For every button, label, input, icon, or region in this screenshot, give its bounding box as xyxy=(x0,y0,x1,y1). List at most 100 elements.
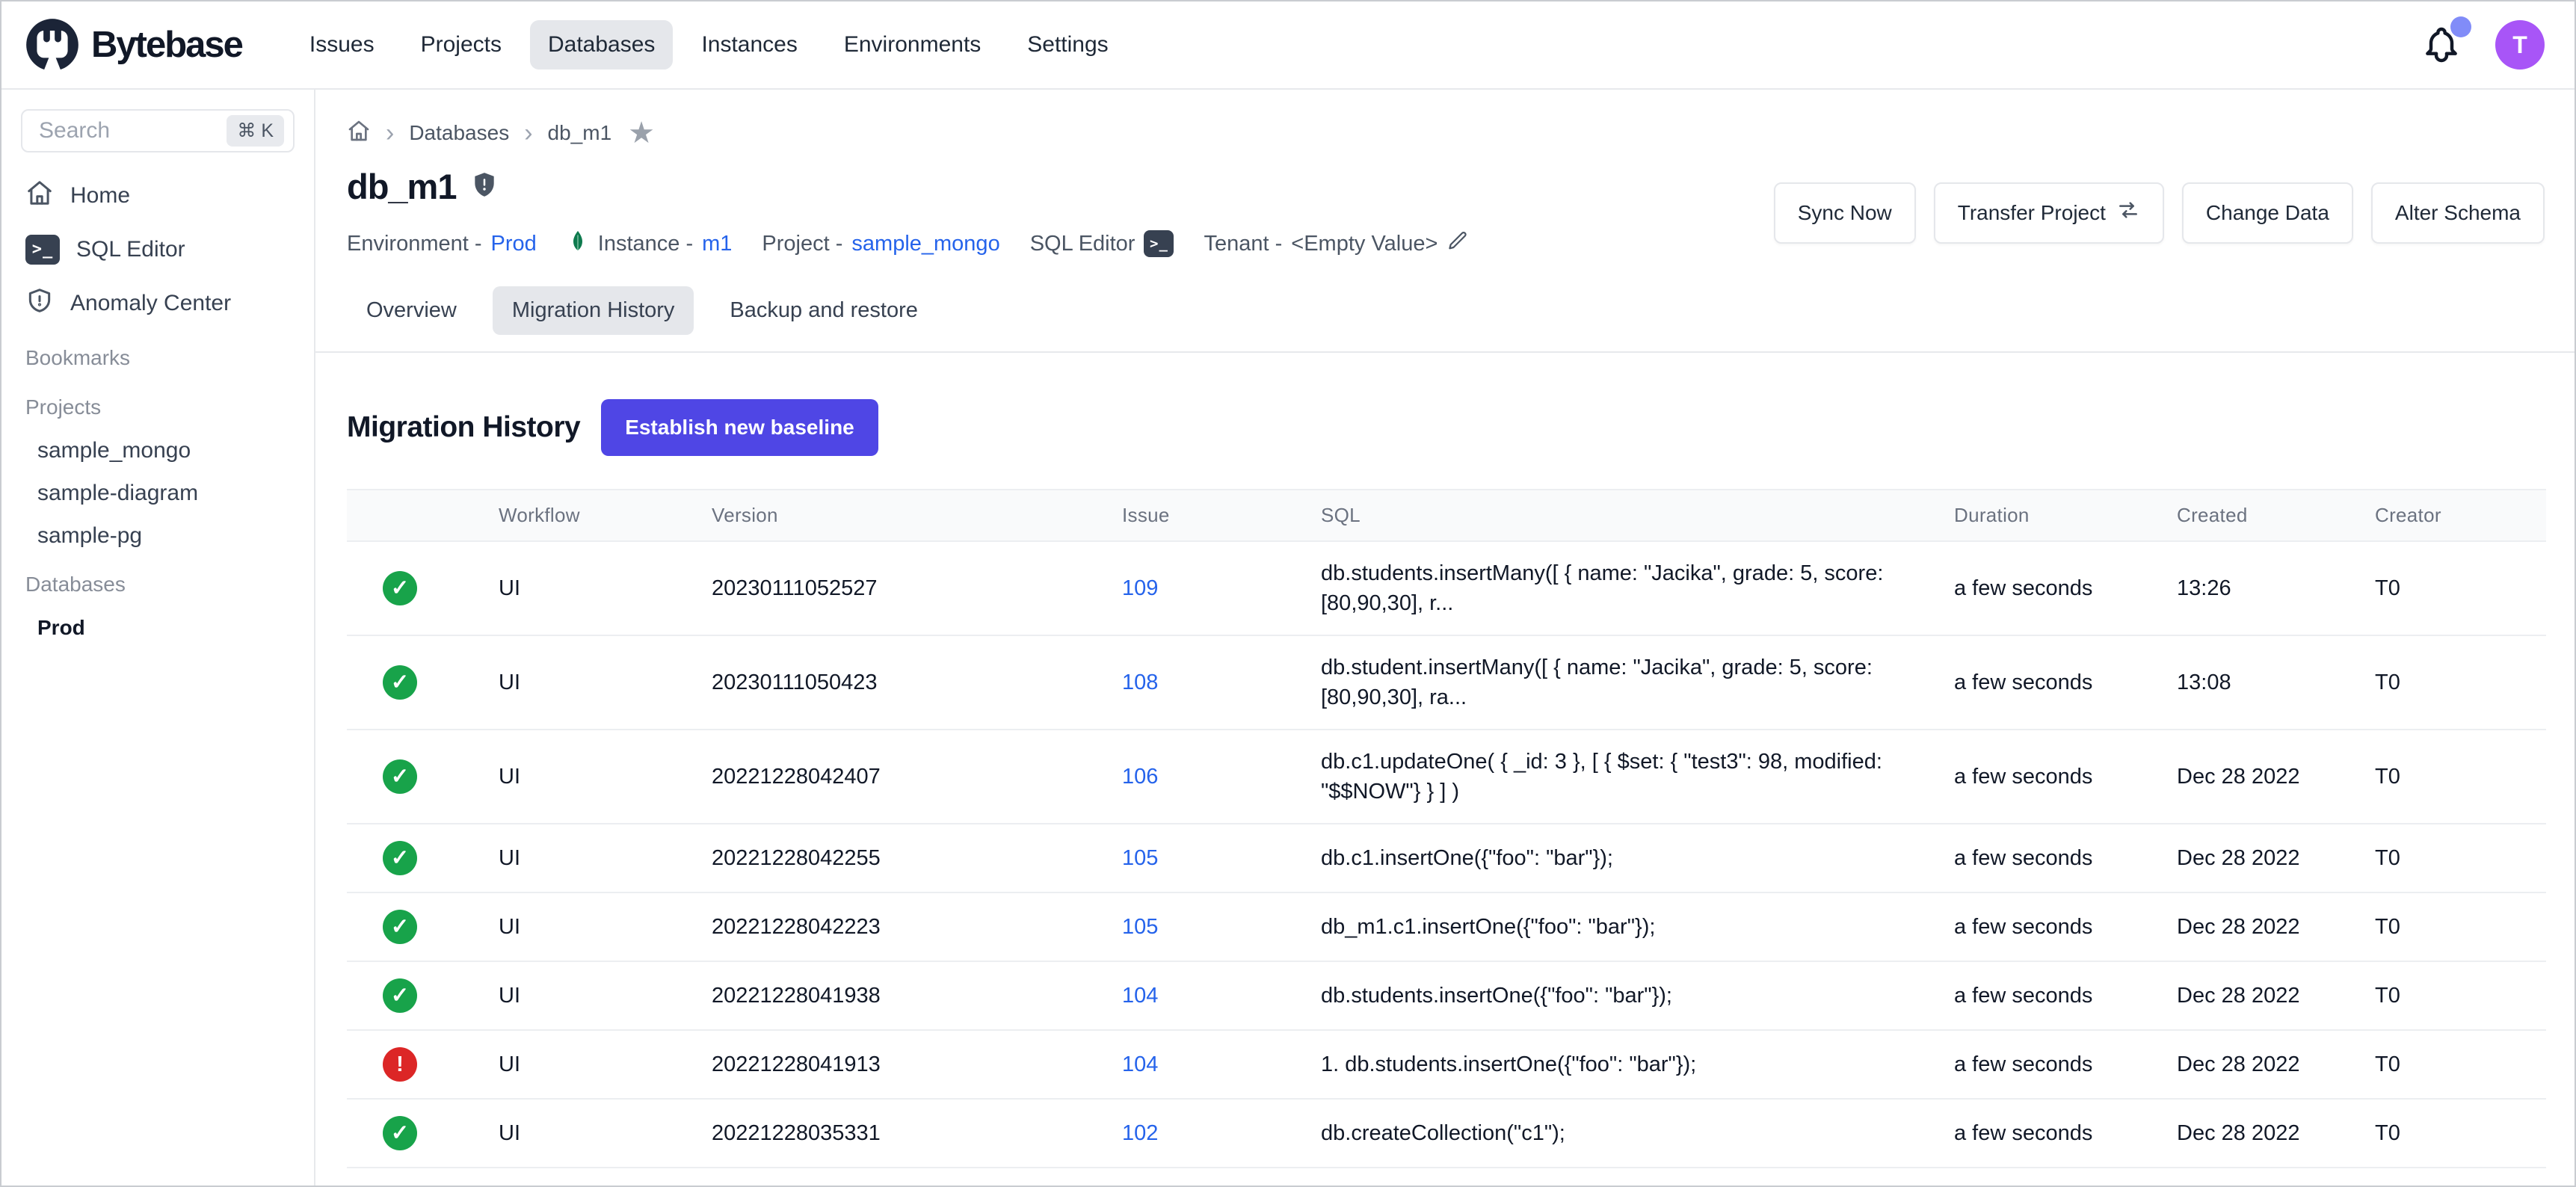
migration-history-heading: Migration History xyxy=(347,411,580,444)
workflow-cell: UI xyxy=(463,1030,676,1099)
creator-cell: T0 xyxy=(2339,1030,2546,1099)
bytebase-logo[interactable]: Bytebase xyxy=(24,16,242,73)
nav-instances[interactable]: Instances xyxy=(683,20,815,70)
sync-now-button[interactable]: Sync Now xyxy=(1774,182,1916,244)
version-cell: 20230111052527 xyxy=(676,541,1086,635)
breadcrumb-databases[interactable]: Databases xyxy=(409,121,509,145)
created-cell: Dec 28 2022 xyxy=(2141,1030,2339,1099)
creator-cell: T0 xyxy=(2339,1099,2546,1168)
col-created: Created xyxy=(2141,490,2339,541)
success-status-icon xyxy=(383,571,417,605)
project-link[interactable]: sample_mongo xyxy=(851,232,999,256)
chevron-right-icon: › xyxy=(524,120,532,146)
breadcrumb-db-m1[interactable]: db_m1 xyxy=(548,121,612,145)
col-creator: Creator xyxy=(2339,490,2546,541)
top-bar: Bytebase Issues Projects Databases Insta… xyxy=(1,1,2575,90)
bookmark-star-icon[interactable]: ★ xyxy=(628,118,655,148)
sidebar-item-sql-editor[interactable]: >_ SQL Editor xyxy=(21,223,295,277)
sidebar-item-home[interactable]: Home xyxy=(21,169,295,223)
change-data-button[interactable]: Change Data xyxy=(2182,182,2353,244)
search-shortcut-badge: ⌘ K xyxy=(227,115,284,147)
sidebar-section-databases: Databases xyxy=(21,563,295,606)
workflow-cell: UI xyxy=(463,635,676,730)
sql-cell: db.students.insertOne({"foo": "bar"}); xyxy=(1285,961,1918,1030)
sidebar-project-sample-diagram[interactable]: sample-diagram xyxy=(21,472,295,514)
table-row[interactable]: UI 20230111052527 109 db.students.insert… xyxy=(347,541,2546,635)
col-workflow: Workflow xyxy=(463,490,676,541)
issue-link[interactable]: 109 xyxy=(1122,576,1158,600)
duration-cell: a few seconds xyxy=(1918,635,2141,730)
sidebar-item-anomaly-center[interactable]: Anomaly Center xyxy=(21,277,295,330)
version-cell: 20221228042223 xyxy=(676,892,1086,961)
main-nav: Issues Projects Databases Instances Envi… xyxy=(292,20,1127,70)
col-status xyxy=(347,490,463,541)
sidebar-project-sample-mongo[interactable]: sample_mongo xyxy=(21,429,295,472)
nav-issues[interactable]: Issues xyxy=(292,20,392,70)
sidebar-item-label: Home xyxy=(70,183,130,209)
environment-link[interactable]: Prod xyxy=(491,232,537,256)
establish-baseline-button[interactable]: Establish new baseline xyxy=(601,399,878,456)
search-input[interactable] xyxy=(37,117,227,144)
search-box[interactable]: ⌘ K xyxy=(21,109,295,152)
duration-cell: a few seconds xyxy=(1918,730,2141,824)
tabs-divider xyxy=(315,351,2575,353)
sql-editor-shortcut[interactable]: SQL Editor >_ xyxy=(1030,230,1174,257)
workflow-cell: UI xyxy=(463,961,676,1030)
notifications-bell-icon[interactable] xyxy=(2421,22,2462,67)
tab-backup-and-restore[interactable]: Backup and restore xyxy=(710,286,937,335)
alter-schema-button[interactable]: Alter Schema xyxy=(2371,182,2545,244)
version-cell: 20230111050423 xyxy=(676,635,1086,730)
sql-cell: db.createCollection("c1"); xyxy=(1285,1099,1918,1168)
issue-link[interactable]: 106 xyxy=(1122,765,1158,789)
issue-link[interactable]: 108 xyxy=(1122,670,1158,694)
tab-migration-history[interactable]: Migration History xyxy=(493,286,694,335)
breadcrumb-home-icon[interactable] xyxy=(347,119,371,148)
issue-link[interactable]: 105 xyxy=(1122,846,1158,870)
duration-cell: a few seconds xyxy=(1918,892,2141,961)
issue-link[interactable]: 102 xyxy=(1122,1121,1158,1145)
avatar[interactable]: T xyxy=(2495,20,2545,70)
tenant-value: <Empty Value> xyxy=(1291,232,1438,256)
duration-cell: a few seconds xyxy=(1918,1030,2141,1099)
nav-environments[interactable]: Environments xyxy=(826,20,999,70)
nav-projects[interactable]: Projects xyxy=(403,20,520,70)
table-row[interactable]: UI 20221228041938 104 db.students.insert… xyxy=(347,961,2546,1030)
database-tabs: Overview Migration History Backup and re… xyxy=(347,286,2545,351)
workflow-cell: UI xyxy=(463,541,676,635)
sidebar-section-projects: Projects xyxy=(21,386,295,429)
breadcrumb: › Databases › db_m1 ★ xyxy=(347,118,2545,148)
sidebar-database-prod[interactable]: Prod xyxy=(21,606,295,649)
bytebase-logo-icon xyxy=(24,16,81,73)
chevron-right-icon: › xyxy=(386,120,394,146)
terminal-icon: >_ xyxy=(25,235,60,265)
sidebar-project-sample-pg[interactable]: sample-pg xyxy=(21,514,295,557)
table-header-row: Workflow Version Issue SQL Duration Crea… xyxy=(347,490,2546,541)
col-version: Version xyxy=(676,490,1086,541)
version-cell: 20221228042255 xyxy=(676,824,1086,892)
project-label: Project - xyxy=(762,232,842,256)
table-row[interactable]: UI 20230111050423 108 db.student.insertM… xyxy=(347,635,2546,730)
environment-label: Environment - xyxy=(347,232,482,256)
table-row[interactable]: UI 20221228041913 104 1. db.students.ins… xyxy=(347,1030,2546,1099)
created-cell: 13:08 xyxy=(2141,635,2339,730)
transfer-project-button[interactable]: Transfer Project xyxy=(1934,182,2164,244)
sql-cell: db.c1.insertOne({"foo": "bar"}); xyxy=(1285,824,1918,892)
version-cell: 20221228041913 xyxy=(676,1030,1086,1099)
created-cell: 13:26 xyxy=(2141,541,2339,635)
version-cell: 20221228035331 xyxy=(676,1099,1086,1168)
nav-settings[interactable]: Settings xyxy=(1009,20,1126,70)
table-row[interactable]: UI 20221228042407 106 db.c1.updateOne( {… xyxy=(347,730,2546,824)
col-issue: Issue xyxy=(1086,490,1285,541)
table-row[interactable]: UI 20221228042255 105 db.c1.insertOne({"… xyxy=(347,824,2546,892)
table-row[interactable]: UI 20221228042223 105 db_m1.c1.insertOne… xyxy=(347,892,2546,961)
edit-pencil-icon[interactable] xyxy=(1446,229,1469,258)
issue-link[interactable]: 104 xyxy=(1122,984,1158,1008)
instance-link[interactable]: m1 xyxy=(702,232,732,256)
tab-overview[interactable]: Overview xyxy=(347,286,476,335)
shield-icon xyxy=(25,286,54,321)
sidebar-item-label: SQL Editor xyxy=(76,237,185,262)
nav-databases[interactable]: Databases xyxy=(530,20,673,70)
table-row[interactable]: UI 20221228035331 102 db.createCollectio… xyxy=(347,1099,2546,1168)
issue-link[interactable]: 104 xyxy=(1122,1052,1158,1076)
issue-link[interactable]: 105 xyxy=(1122,915,1158,939)
